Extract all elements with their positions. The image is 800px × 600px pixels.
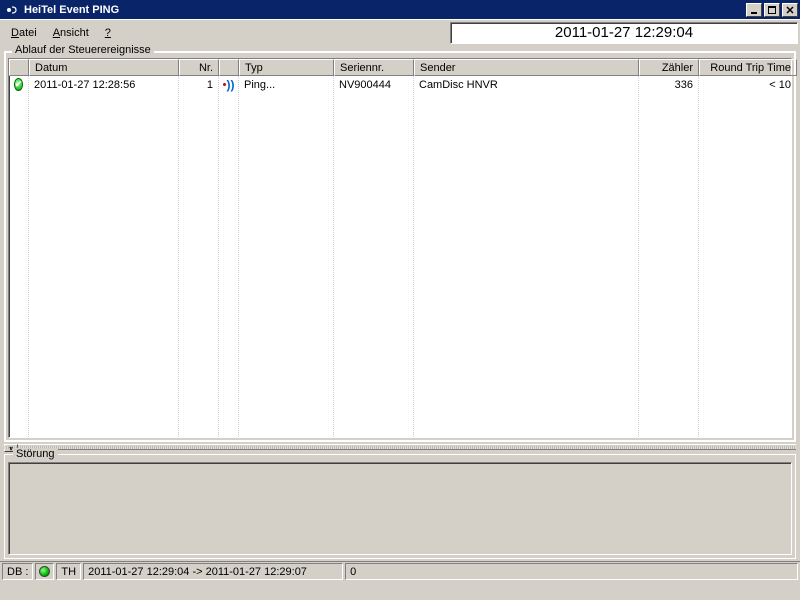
status-th: TH: [56, 563, 81, 580]
col-rtt[interactable]: Round Trip Time: [699, 59, 797, 76]
cell-zahler: 336: [639, 76, 699, 93]
menu-ansicht[interactable]: Ansicht: [46, 25, 96, 41]
menu-help[interactable]: ?: [98, 25, 118, 41]
titlebar: HeiTel Event PING: [0, 0, 800, 19]
fault-groupbox-label: Störung: [13, 448, 58, 460]
col-datum[interactable]: Datum: [29, 59, 179, 76]
minimize-button[interactable]: [746, 3, 762, 17]
cell-typ-icon: )): [219, 76, 239, 93]
splitter[interactable]: ▾: [4, 444, 796, 450]
fault-body: [8, 462, 792, 555]
status-range: 2011-01-27 12:29:04 -> 2011-01-27 12:29:…: [83, 563, 343, 580]
events-list-body[interactable]: ✔ 2011-01-27 12:28:56 1 )) Ping... NV900…: [9, 76, 791, 437]
cell-rtt: < 10: [699, 76, 791, 93]
col-sender[interactable]: Sender: [414, 59, 639, 76]
events-list[interactable]: Datum Nr. Typ Seriennr. Sender Zähler Ro…: [8, 58, 792, 438]
menubar-row: Datei Ansicht ? 2011-01-27 12:29:04: [0, 19, 800, 45]
col-icon[interactable]: [9, 59, 29, 76]
row-status-icon: ✔: [9, 76, 29, 93]
fault-groupbox: Störung: [4, 454, 796, 559]
col-nr[interactable]: Nr.: [179, 59, 219, 76]
menu-datei[interactable]: Datei: [4, 25, 44, 41]
clock-display: 2011-01-27 12:29:04: [450, 22, 798, 44]
cell-typ: Ping...: [239, 76, 334, 93]
column-headers: Datum Nr. Typ Seriennr. Sender Zähler Ro…: [9, 59, 791, 76]
status-led-icon: [39, 566, 50, 577]
col-typ-icon[interactable]: [219, 59, 239, 76]
cell-nr: 1: [179, 76, 219, 93]
table-row[interactable]: ✔ 2011-01-27 12:28:56 1 )) Ping... NV900…: [9, 76, 791, 93]
check-icon: ✔: [14, 78, 24, 91]
ping-icon: )): [223, 78, 235, 92]
statusbar: DB : TH 2011-01-27 12:29:04 -> 2011-01-2…: [0, 561, 800, 581]
cell-seriennr: NV900444: [334, 76, 414, 93]
status-extra: 0: [345, 563, 798, 580]
col-typ[interactable]: Typ: [239, 59, 334, 76]
status-led-cell: [35, 563, 54, 580]
window-title: HeiTel Event PING: [24, 4, 744, 16]
menubar: Datei Ansicht ?: [0, 25, 450, 41]
app-icon: [4, 3, 20, 17]
cell-sender: CamDisc HNVR: [414, 76, 639, 93]
status-db: DB :: [2, 563, 33, 580]
events-groupbox: Ablauf der Steuerereignisse Datum Nr. Ty…: [4, 51, 796, 442]
maximize-button[interactable]: [764, 3, 780, 17]
col-seriennr[interactable]: Seriennr.: [334, 59, 414, 76]
cell-datum: 2011-01-27 12:28:56: [29, 76, 179, 93]
events-groupbox-label: Ablauf der Steuerereignisse: [12, 44, 154, 56]
close-button[interactable]: [782, 3, 798, 17]
col-zahler[interactable]: Zähler: [639, 59, 699, 76]
status-db-label: DB :: [7, 566, 28, 578]
